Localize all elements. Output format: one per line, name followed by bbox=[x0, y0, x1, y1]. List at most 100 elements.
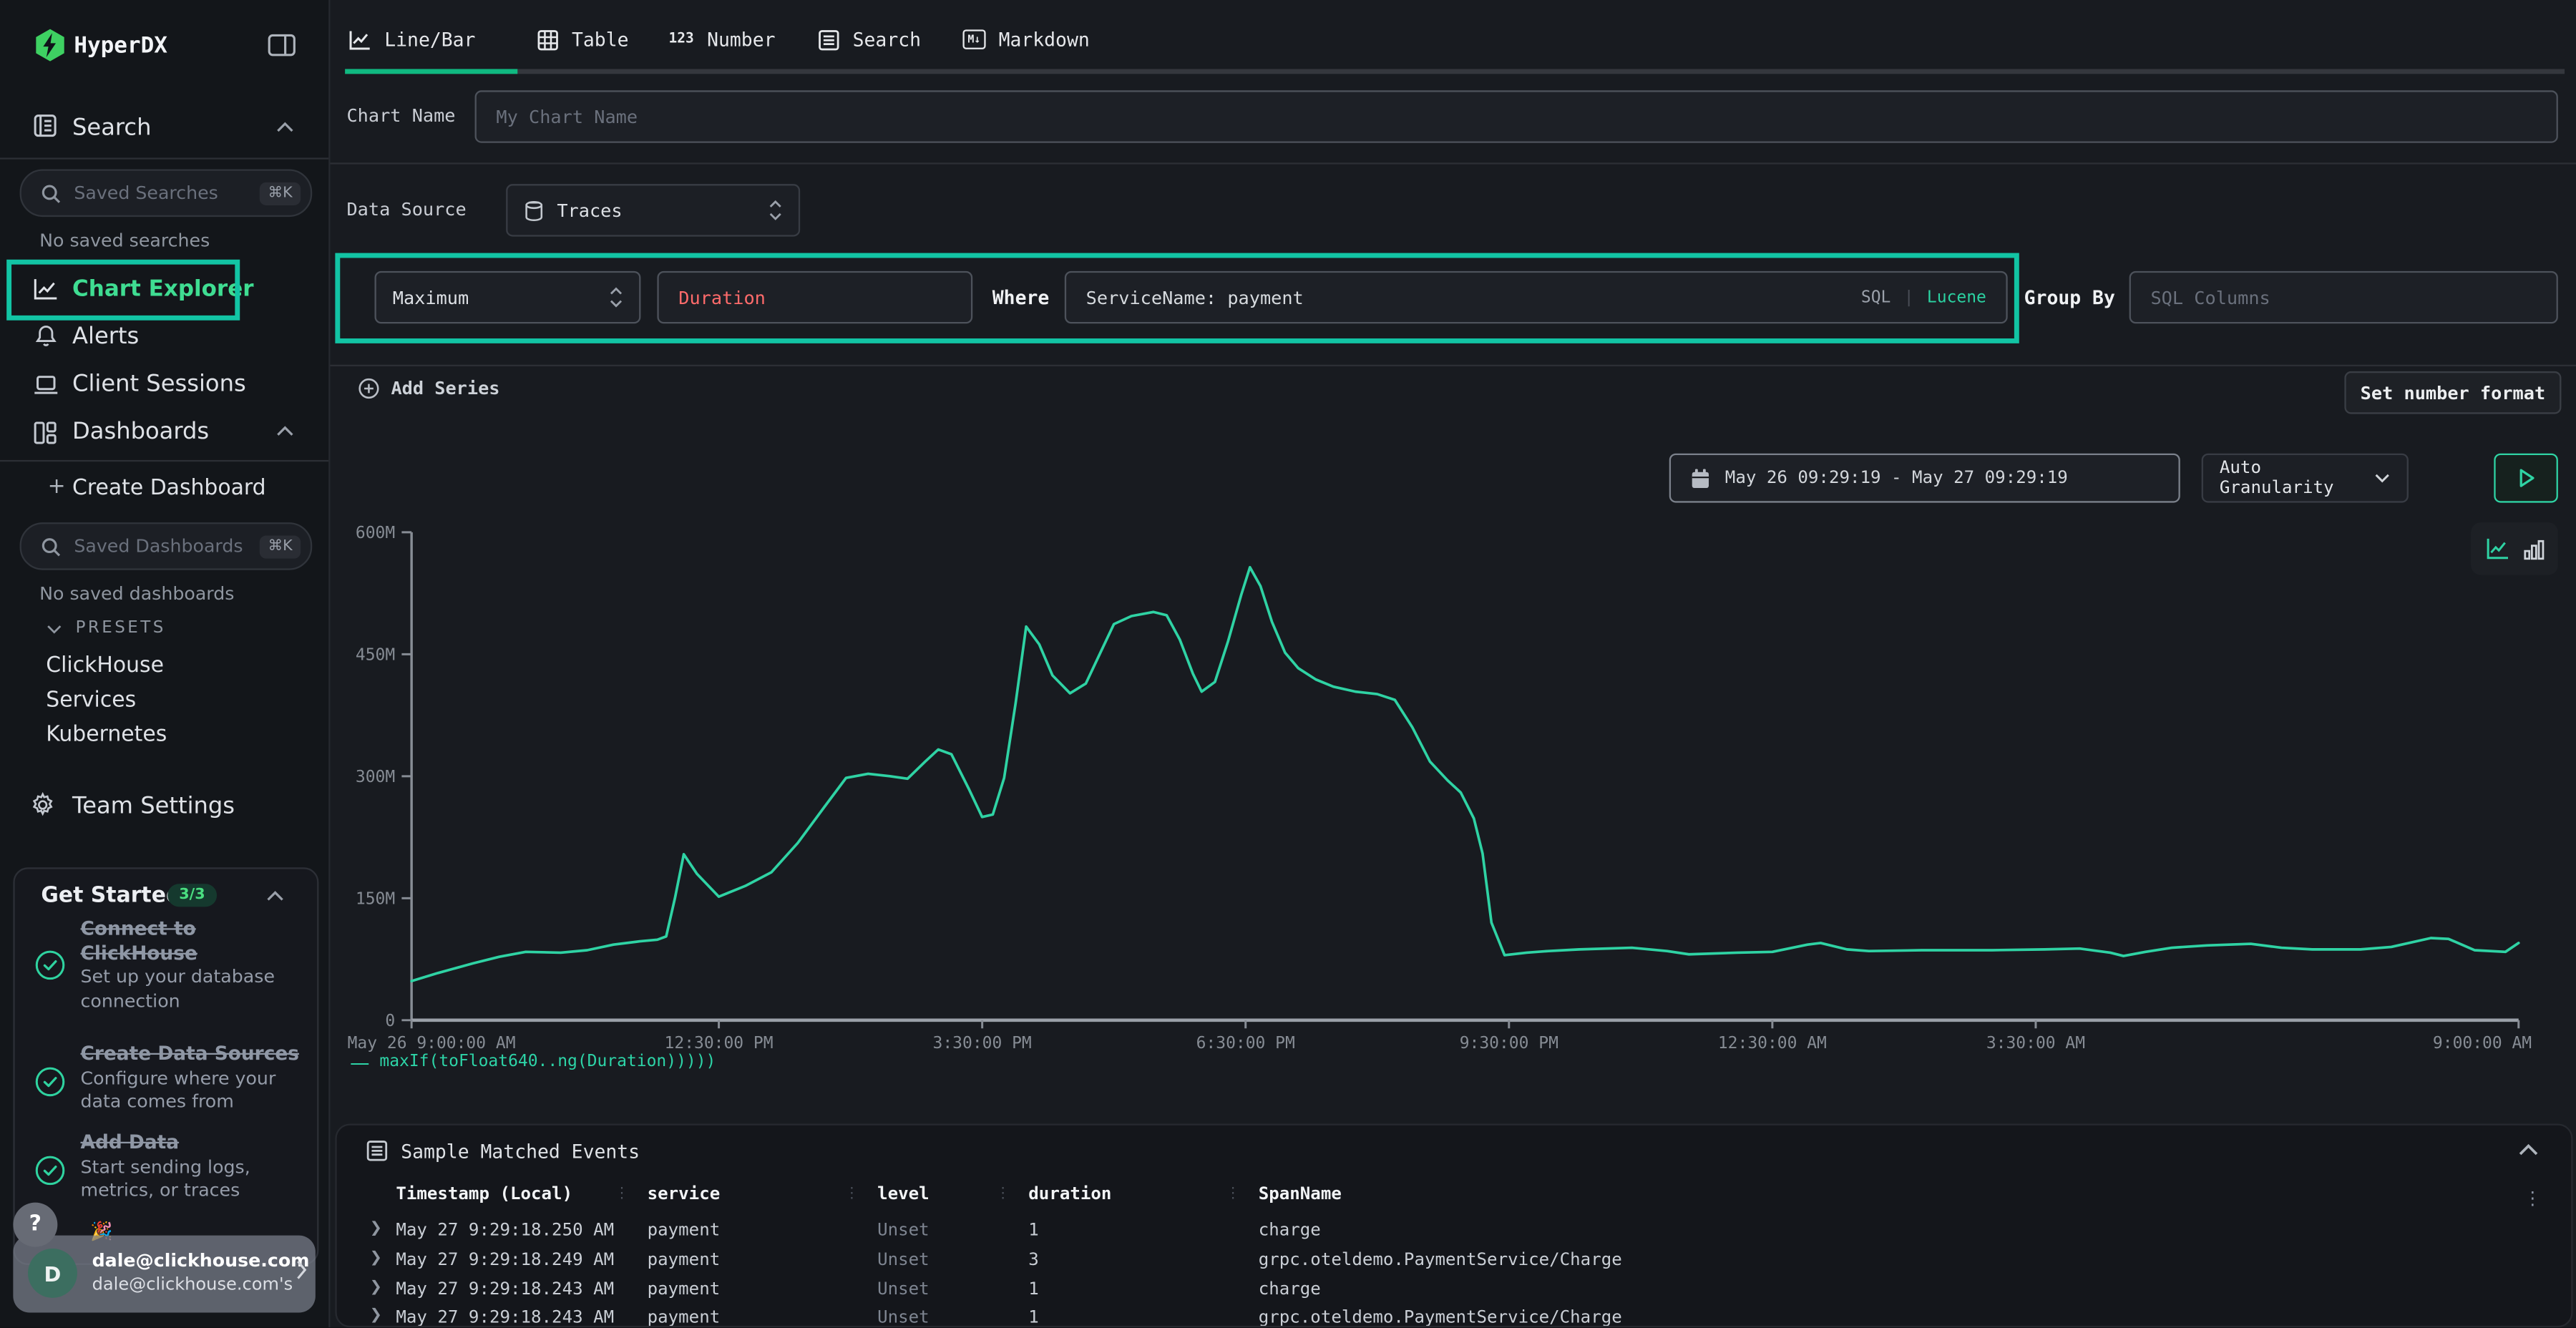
chevron-down-icon[interactable] bbox=[46, 624, 62, 634]
column-header[interactable]: duration bbox=[1028, 1184, 1111, 1204]
get-started-item[interactable]: Connect to ClickHouseSet up your databas… bbox=[81, 917, 308, 1013]
sample-events-title: Sample Matched Events bbox=[401, 1140, 640, 1163]
column-header[interactable]: SpanName bbox=[1259, 1184, 1342, 1204]
add-series-button[interactable]: Add Series bbox=[358, 378, 500, 399]
sidebar-item-chart-explorer[interactable]: Chart Explorer bbox=[72, 276, 253, 303]
table-cell[interactable]: 1 bbox=[1028, 1221, 1039, 1241]
row-expand-chevron-icon[interactable]: ❯ bbox=[370, 1308, 382, 1324]
chart-area[interactable]: 0150M300M450M600MMay 26 9:00:00 AM12:30:… bbox=[335, 519, 2562, 1062]
table-cell[interactable]: May 27 9:29:18.250 AM bbox=[396, 1221, 614, 1241]
table-cell[interactable]: grpc.oteldemo.PaymentService/Charge bbox=[1259, 1308, 1622, 1328]
column-resize-handle[interactable]: ⋮ bbox=[995, 1186, 1010, 1203]
table-cell[interactable]: 1 bbox=[1028, 1280, 1039, 1300]
tab-line-bar[interactable]: Line/Bar bbox=[348, 28, 476, 51]
date-range-value: May 26 09:29:19 - May 27 09:29:19 bbox=[1725, 468, 2068, 488]
sidebar-item-client-sessions[interactable]: Client Sessions bbox=[72, 371, 246, 398]
chevron-up-icon[interactable] bbox=[266, 890, 284, 902]
svg-text:3:30:00 AM: 3:30:00 AM bbox=[1986, 1034, 2085, 1053]
sql-toggle[interactable]: SQL bbox=[1861, 288, 1890, 306]
svg-text:6:30:00 PM: 6:30:00 PM bbox=[1196, 1034, 1295, 1053]
table-cell[interactable]: payment bbox=[648, 1250, 721, 1270]
tab-number[interactable]: 123 Number bbox=[668, 28, 775, 51]
column-resize-handle[interactable]: ⋮ bbox=[844, 1186, 859, 1203]
svg-text:12:30:00 AM: 12:30:00 AM bbox=[1718, 1034, 1827, 1053]
create-dashboard-button[interactable]: Create Dashboard bbox=[72, 477, 266, 501]
saved-dashboards-placeholder: Saved Dashboards bbox=[74, 535, 260, 557]
sidebar-item-preset-kubernetes[interactable]: Kubernetes bbox=[46, 723, 167, 747]
tab-markdown[interactable]: M↓ Markdown bbox=[962, 28, 1089, 51]
date-range-input[interactable]: May 26 09:29:19 - May 27 09:29:19 bbox=[1669, 454, 2180, 503]
table-cell[interactable]: May 27 9:29:18.243 AM bbox=[396, 1280, 614, 1300]
plus-icon: + bbox=[48, 475, 66, 499]
field-input[interactable]: Duration bbox=[657, 271, 972, 323]
table-cell[interactable]: Unset bbox=[877, 1221, 930, 1241]
svg-text:150M: 150M bbox=[356, 889, 395, 908]
saved-searches-input[interactable]: Saved Searches ⌘K bbox=[20, 169, 313, 217]
saved-dashboards-input[interactable]: Saved Dashboards ⌘K bbox=[20, 522, 313, 570]
hyperdx-logo-icon bbox=[33, 28, 67, 62]
lucene-toggle[interactable]: Lucene bbox=[1927, 288, 1986, 306]
sidebar-item-search[interactable]: Search bbox=[72, 115, 151, 142]
tab-search[interactable]: Search bbox=[818, 28, 921, 51]
sidebar-item-dashboards[interactable]: Dashboards bbox=[72, 419, 209, 445]
collapse-sidebar-icon[interactable] bbox=[268, 33, 296, 57]
table-cell[interactable]: May 27 9:29:18.243 AM bbox=[396, 1308, 614, 1328]
collapse-events-icon[interactable] bbox=[2519, 1143, 2539, 1156]
tab-table[interactable]: Table bbox=[537, 28, 629, 51]
sidebar-item-alerts[interactable]: Alerts bbox=[72, 323, 139, 350]
sidebar-item-preset-clickhouse[interactable]: ClickHouse bbox=[46, 654, 164, 678]
table-cell[interactable]: charge bbox=[1259, 1221, 1321, 1241]
data-source-select[interactable]: Traces bbox=[506, 184, 800, 236]
aggregation-select[interactable]: Maximum bbox=[374, 271, 640, 323]
help-button[interactable]: ? bbox=[13, 1203, 57, 1247]
get-started-progress-badge: 3/3 bbox=[167, 884, 216, 907]
table-cell[interactable]: payment bbox=[648, 1280, 721, 1300]
get-started-item[interactable]: Create Data SourcesConfigure where your … bbox=[81, 1042, 308, 1115]
legend-series-label: maxIf(toFloat640..ng(Duration))))) bbox=[379, 1053, 716, 1071]
table-cell[interactable]: 3 bbox=[1028, 1250, 1039, 1270]
set-number-format-button[interactable]: Set number format bbox=[2344, 371, 2561, 414]
row-expand-chevron-icon[interactable]: ❯ bbox=[370, 1280, 382, 1297]
sidebar-item-team-settings[interactable]: Team Settings bbox=[72, 794, 235, 820]
table-cell[interactable]: Unset bbox=[877, 1280, 930, 1300]
line-chart-icon bbox=[33, 278, 59, 301]
table-cell[interactable]: charge bbox=[1259, 1280, 1321, 1300]
chevron-up-icon[interactable] bbox=[276, 426, 294, 437]
row-expand-chevron-icon[interactable]: ❯ bbox=[370, 1221, 382, 1237]
table-cell[interactable]: grpc.oteldemo.PaymentService/Charge bbox=[1259, 1250, 1622, 1270]
svg-text:600M: 600M bbox=[356, 524, 395, 542]
get-started-item[interactable]: Add DataStart sending logs, metrics, or … bbox=[81, 1131, 308, 1204]
granularity-select[interactable]: Auto Granularity bbox=[2202, 454, 2409, 503]
list-icon bbox=[366, 1140, 388, 1161]
table-cell[interactable]: May 27 9:29:18.249 AM bbox=[396, 1250, 614, 1270]
get-started-card: Get Started 3/3 Connect to ClickHouseSet… bbox=[13, 867, 318, 1265]
where-value: ServiceName: payment bbox=[1086, 287, 1861, 308]
presets-section-label[interactable]: PRESETS bbox=[76, 620, 166, 638]
sidebar-item-preset-services[interactable]: Services bbox=[46, 688, 136, 713]
table-cell[interactable]: Unset bbox=[877, 1308, 930, 1328]
group-by-input[interactable]: SQL Columns bbox=[2129, 271, 2558, 323]
row-expand-chevron-icon[interactable]: ❯ bbox=[370, 1250, 382, 1266]
check-circle-icon bbox=[34, 949, 66, 981]
chart-legend[interactable]: — maxIf(toFloat640..ng(Duration))))) bbox=[350, 1053, 716, 1071]
table-cell[interactable]: payment bbox=[648, 1308, 721, 1328]
column-header[interactable]: Timestamp (Local) bbox=[396, 1184, 572, 1204]
column-resize-handle[interactable]: ⋮ bbox=[1226, 1186, 1241, 1203]
where-input[interactable]: ServiceName: payment SQL | Lucene bbox=[1065, 271, 2008, 323]
legend-swatch: — bbox=[350, 1054, 370, 1070]
run-query-button[interactable] bbox=[2494, 454, 2558, 503]
table-cell[interactable]: payment bbox=[648, 1221, 721, 1241]
chart-name-input[interactable]: My Chart Name bbox=[475, 90, 2558, 142]
calendar-icon bbox=[1691, 467, 1711, 489]
table-cell[interactable]: 1 bbox=[1028, 1308, 1039, 1328]
user-org: dale@clickhouse.com's bbox=[92, 1275, 293, 1295]
chevron-up-icon[interactable] bbox=[276, 122, 294, 133]
user-account-bar[interactable]: D dale@clickhouse.com dale@clickhouse.co… bbox=[13, 1236, 315, 1313]
table-menu-kebab-icon[interactable]: ⋮ bbox=[2524, 1188, 2542, 1209]
column-header[interactable]: service bbox=[648, 1184, 721, 1204]
column-header[interactable]: level bbox=[877, 1184, 930, 1204]
chevron-down-icon bbox=[2374, 473, 2391, 483]
dashboards-grid-icon bbox=[33, 421, 57, 445]
table-cell[interactable]: Unset bbox=[877, 1250, 930, 1270]
column-resize-handle[interactable]: ⋮ bbox=[615, 1186, 630, 1203]
